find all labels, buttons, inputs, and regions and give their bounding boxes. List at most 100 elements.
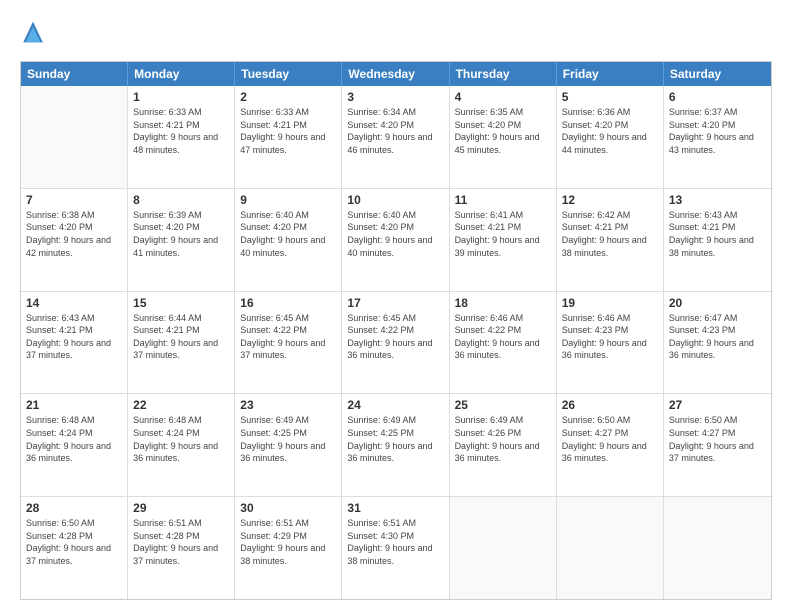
cell-info: Sunrise: 6:40 AMSunset: 4:20 PMDaylight:… — [240, 209, 336, 259]
calendar-cell — [664, 497, 771, 599]
day-number: 5 — [562, 90, 658, 104]
cell-info: Sunrise: 6:33 AMSunset: 4:21 PMDaylight:… — [133, 106, 229, 156]
calendar-cell: 23Sunrise: 6:49 AMSunset: 4:25 PMDayligh… — [235, 394, 342, 496]
calendar-cell: 28 Sunrise: 6:50 AMSunset: 4:28 PMDayligh… — [21, 497, 128, 599]
calendar-cell: 24 Sunrise: 6:49 AMSunset: 4:25 PMDayligh… — [342, 394, 449, 496]
calendar-cell: 21 Sunrise: 6:48 AMSunset: 4:24 PMDayligh… — [21, 394, 128, 496]
day-number: 14 — [26, 296, 122, 310]
day-number: 3 — [347, 90, 443, 104]
calendar-cell: 19 Sunrise: 6:46 AMSunset: 4:23 PMDayligh… — [557, 292, 664, 394]
day-number: 28 — [26, 501, 122, 515]
cell-info: Sunrise: 6:38 AMSunset: 4:20 PMDaylight:… — [26, 209, 122, 259]
weekday-header: Sunday — [21, 62, 128, 86]
calendar-cell — [557, 497, 664, 599]
day-number: 16 — [240, 296, 336, 310]
cell-info: Sunrise: 6:41 AMSunset: 4:21 PMDaylight:… — [455, 209, 551, 259]
weekday-header: Monday — [128, 62, 235, 86]
day-number: 30 — [240, 501, 336, 515]
calendar-cell: 1 Sunrise: 6:33 AMSunset: 4:21 PMDaylight… — [128, 86, 235, 188]
day-number: 27 — [669, 398, 766, 412]
calendar-cell: 2Sunrise: 6:33 AMSunset: 4:21 PMDaylight… — [235, 86, 342, 188]
calendar-cell: 4 Sunrise: 6:35 AMSunset: 4:20 PMDaylight… — [450, 86, 557, 188]
calendar-row: 21 Sunrise: 6:48 AMSunset: 4:24 PMDayligh… — [21, 394, 771, 497]
day-number: 7 — [26, 193, 122, 207]
day-number: 10 — [347, 193, 443, 207]
day-number: 25 — [455, 398, 551, 412]
day-number: 24 — [347, 398, 443, 412]
cell-info: Sunrise: 6:47 AMSunset: 4:23 PMDaylight:… — [669, 312, 766, 362]
calendar-row: 14 Sunrise: 6:43 AMSunset: 4:21 PMDayligh… — [21, 292, 771, 395]
cell-info: Sunrise: 6:36 AMSunset: 4:20 PMDaylight:… — [562, 106, 658, 156]
calendar: SundayMondayTuesdayWednesdayThursdayFrid… — [20, 61, 772, 600]
calendar-cell — [21, 86, 128, 188]
cell-info: Sunrise: 6:44 AMSunset: 4:21 PMDaylight:… — [133, 312, 229, 362]
day-number: 13 — [669, 193, 766, 207]
day-number: 21 — [26, 398, 122, 412]
calendar-row: 28 Sunrise: 6:50 AMSunset: 4:28 PMDayligh… — [21, 497, 771, 599]
logo-icon — [22, 18, 44, 46]
cell-info: Sunrise: 6:43 AMSunset: 4:21 PMDaylight:… — [669, 209, 766, 259]
calendar-cell: 9 Sunrise: 6:40 AMSunset: 4:20 PMDaylight… — [235, 189, 342, 291]
cell-info: Sunrise: 6:45 AMSunset: 4:22 PMDaylight:… — [240, 312, 336, 362]
day-number: 4 — [455, 90, 551, 104]
calendar-cell: 11Sunrise: 6:41 AMSunset: 4:21 PMDayligh… — [450, 189, 557, 291]
calendar-cell: 15Sunrise: 6:44 AMSunset: 4:21 PMDayligh… — [128, 292, 235, 394]
calendar-cell: 5 Sunrise: 6:36 AMSunset: 4:20 PMDaylight… — [557, 86, 664, 188]
calendar-cell: 17Sunrise: 6:45 AMSunset: 4:22 PMDayligh… — [342, 292, 449, 394]
calendar-cell — [450, 497, 557, 599]
weekday-header: Wednesday — [342, 62, 449, 86]
cell-info: Sunrise: 6:33 AMSunset: 4:21 PMDaylight:… — [240, 106, 336, 156]
cell-info: Sunrise: 6:49 AMSunset: 4:25 PMDaylight:… — [347, 414, 443, 464]
calendar-cell: 31 Sunrise: 6:51 AMSunset: 4:30 PMDayligh… — [342, 497, 449, 599]
calendar-cell: 18 Sunrise: 6:46 AMSunset: 4:22 PMDayligh… — [450, 292, 557, 394]
day-number: 18 — [455, 296, 551, 310]
day-number: 8 — [133, 193, 229, 207]
calendar-cell: 27Sunrise: 6:50 AMSunset: 4:27 PMDayligh… — [664, 394, 771, 496]
day-number: 17 — [347, 296, 443, 310]
cell-info: Sunrise: 6:39 AMSunset: 4:20 PMDaylight:… — [133, 209, 229, 259]
calendar-cell: 8 Sunrise: 6:39 AMSunset: 4:20 PMDaylight… — [128, 189, 235, 291]
day-number: 22 — [133, 398, 229, 412]
main-container: SundayMondayTuesdayWednesdayThursdayFrid… — [0, 0, 792, 612]
calendar-cell: 30 Sunrise: 6:51 AMSunset: 4:29 PMDayligh… — [235, 497, 342, 599]
cell-info: Sunrise: 6:51 AMSunset: 4:29 PMDaylight:… — [240, 517, 336, 567]
cell-info: Sunrise: 6:46 AMSunset: 4:22 PMDaylight:… — [455, 312, 551, 362]
cell-info: Sunrise: 6:35 AMSunset: 4:20 PMDaylight:… — [455, 106, 551, 156]
cell-info: Sunrise: 6:46 AMSunset: 4:23 PMDaylight:… — [562, 312, 658, 362]
calendar-row: 1 Sunrise: 6:33 AMSunset: 4:21 PMDaylight… — [21, 86, 771, 189]
calendar-cell: 16 Sunrise: 6:45 AMSunset: 4:22 PMDayligh… — [235, 292, 342, 394]
cell-info: Sunrise: 6:48 AMSunset: 4:24 PMDaylight:… — [133, 414, 229, 464]
day-number: 9 — [240, 193, 336, 207]
cell-info: Sunrise: 6:48 AMSunset: 4:24 PMDaylight:… — [26, 414, 122, 464]
day-number: 31 — [347, 501, 443, 515]
cell-info: Sunrise: 6:51 AMSunset: 4:30 PMDaylight:… — [347, 517, 443, 567]
calendar-body: 1 Sunrise: 6:33 AMSunset: 4:21 PMDaylight… — [21, 86, 771, 599]
calendar-cell: 10 Sunrise: 6:40 AMSunset: 4:20 PMDayligh… — [342, 189, 449, 291]
day-number: 19 — [562, 296, 658, 310]
calendar-cell: 25 Sunrise: 6:49 AMSunset: 4:26 PMDayligh… — [450, 394, 557, 496]
day-number: 20 — [669, 296, 766, 310]
day-number: 23 — [240, 398, 336, 412]
weekday-header: Friday — [557, 62, 664, 86]
cell-info: Sunrise: 6:50 AMSunset: 4:28 PMDaylight:… — [26, 517, 122, 567]
cell-info: Sunrise: 6:40 AMSunset: 4:20 PMDaylight:… — [347, 209, 443, 259]
cell-info: Sunrise: 6:43 AMSunset: 4:21 PMDaylight:… — [26, 312, 122, 362]
day-number: 1 — [133, 90, 229, 104]
header — [20, 18, 772, 51]
calendar-cell: 3Sunrise: 6:34 AMSunset: 4:20 PMDaylight… — [342, 86, 449, 188]
day-number: 26 — [562, 398, 658, 412]
weekday-header: Tuesday — [235, 62, 342, 86]
calendar-header-row: SundayMondayTuesdayWednesdayThursdayFrid… — [21, 62, 771, 86]
weekday-header: Saturday — [664, 62, 771, 86]
calendar-cell: 22 Sunrise: 6:48 AMSunset: 4:24 PMDayligh… — [128, 394, 235, 496]
weekday-header: Thursday — [450, 62, 557, 86]
cell-info: Sunrise: 6:49 AMSunset: 4:26 PMDaylight:… — [455, 414, 551, 464]
logo — [20, 18, 44, 51]
day-number: 12 — [562, 193, 658, 207]
calendar-cell: 14 Sunrise: 6:43 AMSunset: 4:21 PMDayligh… — [21, 292, 128, 394]
cell-info: Sunrise: 6:37 AMSunset: 4:20 PMDaylight:… — [669, 106, 766, 156]
calendar-cell: 13 Sunrise: 6:43 AMSunset: 4:21 PMDayligh… — [664, 189, 771, 291]
cell-info: Sunrise: 6:42 AMSunset: 4:21 PMDaylight:… — [562, 209, 658, 259]
calendar-cell: 20 Sunrise: 6:47 AMSunset: 4:23 PMDayligh… — [664, 292, 771, 394]
calendar-cell: 26Sunrise: 6:50 AMSunset: 4:27 PMDayligh… — [557, 394, 664, 496]
